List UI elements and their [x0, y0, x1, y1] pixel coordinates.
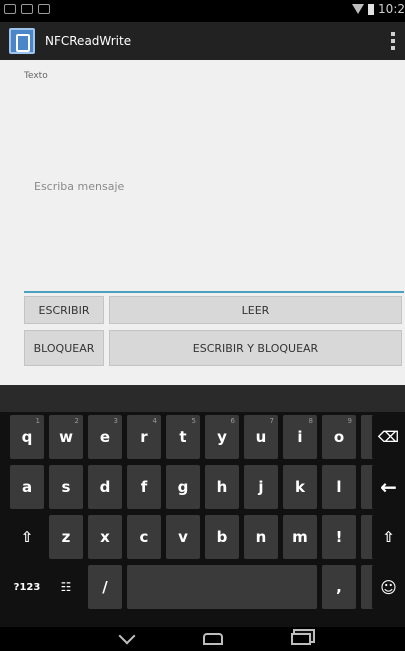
emoji-symbols-key[interactable]: ☷: [49, 565, 83, 609]
key-r[interactable]: r4: [127, 415, 161, 459]
key-q[interactable]: q1: [10, 415, 44, 459]
key-d[interactable]: d: [88, 465, 122, 509]
photo-icon: [38, 4, 50, 14]
key-z[interactable]: z: [49, 515, 83, 559]
key-slash[interactable]: /: [88, 565, 122, 609]
back-button[interactable]: [112, 627, 142, 651]
key-o[interactable]: o9: [322, 415, 356, 459]
key-l[interactable]: l: [322, 465, 356, 509]
emoji-symbols-icon: ☷: [60, 580, 72, 594]
message-placeholder: Escriba mensaje: [34, 180, 125, 193]
recent-apps-button[interactable]: [286, 627, 316, 651]
image-icon: [21, 4, 33, 14]
key-m[interactable]: m: [283, 515, 317, 559]
key-n[interactable]: n: [244, 515, 278, 559]
key-comma[interactable]: ,: [322, 565, 356, 609]
key-a[interactable]: a: [10, 465, 44, 509]
emoji-key[interactable]: ☺: [372, 565, 405, 609]
home-button[interactable]: [198, 627, 228, 651]
key-j[interactable]: j: [244, 465, 278, 509]
key-u[interactable]: u7: [244, 415, 278, 459]
key-c[interactable]: c: [127, 515, 161, 559]
app-icon[interactable]: [9, 28, 35, 54]
field-label: Texto: [24, 71, 48, 81]
shift-key-right[interactable]: ⇧: [372, 515, 405, 559]
enter-icon: ←: [380, 475, 397, 499]
main-content: Texto Escriba mensaje ESCRIBIR LEER BLOQ…: [0, 60, 405, 385]
escribir-bloquear-button[interactable]: ESCRIBIR Y BLOQUEAR: [109, 330, 402, 366]
shift-icon: ⇧: [20, 528, 34, 546]
shift-icon: ⇧: [382, 528, 395, 546]
bloquear-button[interactable]: BLOQUEAR: [24, 330, 104, 366]
key-e[interactable]: e3: [88, 415, 122, 459]
escribir-button[interactable]: ESCRIBIR: [24, 296, 104, 324]
key-i[interactable]: i8: [283, 415, 317, 459]
symbols-key[interactable]: ?123: [10, 565, 44, 609]
app-title: NFCReadWrite: [45, 34, 132, 48]
key-exclamation[interactable]: !: [322, 515, 356, 559]
backspace-key[interactable]: ⌫: [372, 415, 405, 459]
key-k[interactable]: k: [283, 465, 317, 509]
navigation-bar: [0, 627, 405, 651]
recent-apps-icon: [291, 633, 311, 645]
soft-keyboard: q1 w2 e3 r4 t5 y6 u7 i8 o9 p0 ⌫ a s d f …: [0, 385, 405, 651]
message-input[interactable]: Escriba mensaje: [24, 88, 404, 293]
battery-icon: [368, 3, 375, 15]
action-bar: NFCReadWrite: [0, 22, 405, 60]
shift-key-left[interactable]: ⇧: [10, 515, 44, 559]
chevron-down-icon: [118, 627, 136, 645]
overflow-menu-icon[interactable]: [391, 32, 395, 50]
key-g[interactable]: g: [166, 465, 200, 509]
status-time: 10:2: [378, 2, 405, 16]
leer-button[interactable]: LEER: [109, 296, 402, 324]
backspace-icon: ⌫: [377, 428, 400, 446]
key-v[interactable]: v: [166, 515, 200, 559]
suggestion-strip[interactable]: [0, 385, 405, 412]
key-s[interactable]: s: [49, 465, 83, 509]
key-f[interactable]: f: [127, 465, 161, 509]
enter-key[interactable]: ←: [372, 465, 405, 509]
notification-icons: [4, 4, 50, 14]
key-w[interactable]: w2: [49, 415, 83, 459]
space-key[interactable]: [127, 565, 317, 609]
smiley-icon: ☺: [380, 577, 397, 597]
key-y[interactable]: y6: [205, 415, 239, 459]
home-icon: [203, 633, 223, 645]
wifi-icon: [352, 4, 365, 14]
key-h[interactable]: h: [205, 465, 239, 509]
key-t[interactable]: t5: [166, 415, 200, 459]
key-x[interactable]: x: [88, 515, 122, 559]
key-b[interactable]: b: [205, 515, 239, 559]
notification-icon: [4, 4, 16, 14]
status-bar: 10:2: [0, 0, 405, 22]
status-icons: 10:2: [352, 2, 405, 16]
